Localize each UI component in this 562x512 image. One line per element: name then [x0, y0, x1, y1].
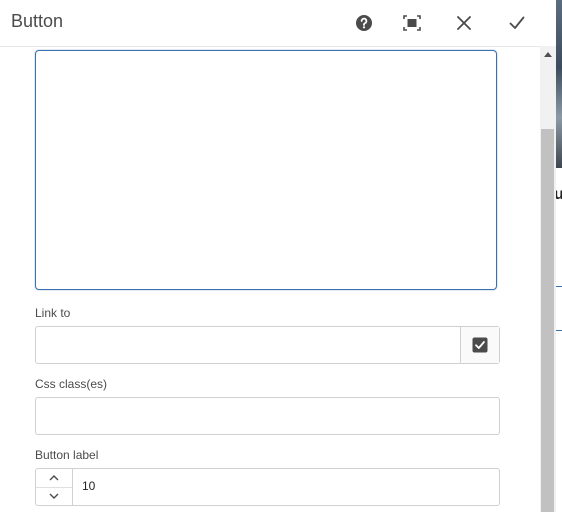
chevron-down-icon	[49, 493, 59, 499]
button-label-value: 10	[82, 479, 96, 493]
button-label-label: Button label	[35, 448, 99, 462]
fullscreen-button[interactable]	[400, 11, 424, 35]
background-page: u	[556, 0, 562, 512]
chevron-up-icon	[49, 475, 59, 481]
css-classes-field[interactable]	[35, 397, 500, 435]
cancel-button[interactable]	[452, 11, 476, 35]
confirm-button[interactable]	[505, 11, 529, 35]
number-stepper	[36, 469, 73, 505]
scrollbar[interactable]	[540, 46, 556, 512]
decrement-button[interactable]	[36, 487, 72, 505]
dialog-title: Button	[11, 11, 64, 31]
background-divider	[556, 286, 562, 287]
link-to-label: Link to	[35, 306, 71, 320]
scroll-up-button[interactable]	[540, 46, 556, 62]
background-text: u	[556, 186, 562, 203]
increment-button[interactable]	[36, 469, 72, 488]
scrollbar-thumb[interactable]	[541, 129, 554, 512]
fullscreen-icon	[403, 15, 421, 31]
css-classes-label: Css class(es)	[35, 377, 108, 391]
path-picker-button[interactable]	[460, 327, 499, 363]
background-image	[556, 0, 562, 168]
dialog-header: Button	[0, 0, 556, 47]
checkbox-icon	[472, 337, 488, 353]
close-icon	[457, 16, 471, 30]
text-area[interactable]	[35, 50, 497, 290]
scroll-up-arrow-icon	[544, 51, 552, 57]
button-label-field[interactable]: 10	[35, 468, 500, 506]
background-divider	[556, 330, 562, 331]
button-dialog: Button Link to Css class(es) Button labe…	[0, 0, 556, 512]
check-icon	[509, 16, 525, 29]
dialog-content: Link to Css class(es) Button label 10	[0, 47, 540, 512]
help-button[interactable]	[352, 11, 376, 35]
link-to-field[interactable]	[35, 326, 500, 364]
help-icon	[356, 15, 372, 31]
